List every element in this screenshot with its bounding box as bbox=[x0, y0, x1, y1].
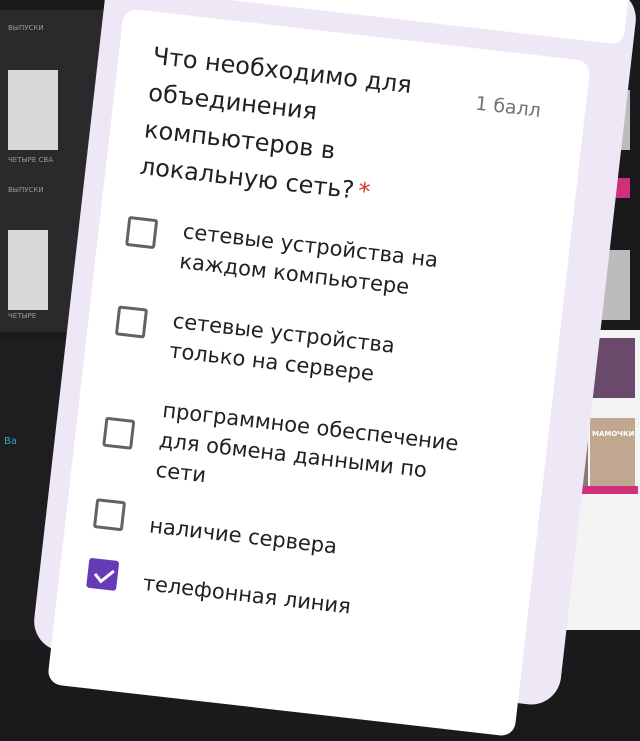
checkbox[interactable] bbox=[92, 498, 127, 532]
option-label: телефонная линия bbox=[141, 571, 353, 619]
question-text: Что необходимо для объединения компьютер… bbox=[138, 41, 414, 205]
checkbox[interactable] bbox=[102, 416, 136, 450]
option-label: программное обеспечение для обмена данны… bbox=[154, 398, 460, 488]
background-label: ВЫПУСКИ bbox=[8, 186, 44, 194]
background-label: ЧЕТЫРЕ bbox=[8, 312, 37, 320]
background-poster bbox=[590, 418, 635, 488]
required-asterisk: * bbox=[356, 176, 372, 207]
question-title: Что необходимо для объединения компьютер… bbox=[138, 38, 443, 218]
option-label: наличие сервера bbox=[148, 513, 339, 559]
option-label: сетевые устройства только на сервере bbox=[168, 308, 397, 386]
checkbox-checked[interactable] bbox=[86, 557, 120, 591]
option-item[interactable]: сетевые устройства на каждом компьютере bbox=[125, 210, 507, 299]
background-label: ЧЕТЫРЕ СВА bbox=[8, 156, 54, 164]
background-label: ВЫПУСКИ bbox=[8, 24, 44, 32]
option-label: сетевые устройства на каждом компьютере bbox=[178, 219, 440, 300]
checkbox[interactable] bbox=[125, 215, 159, 250]
checkbox[interactable] bbox=[114, 305, 149, 339]
background-thumbnail bbox=[8, 230, 48, 310]
background-thumbnail bbox=[8, 70, 58, 150]
question-card: Что необходимо для объединения компьютер… bbox=[46, 8, 591, 737]
google-form: Что необходимо для объединения компьютер… bbox=[30, 0, 640, 737]
background-label: Ва bbox=[4, 436, 17, 447]
background-label: МАМОЧКИ bbox=[592, 430, 635, 438]
question-points: 1 балл bbox=[474, 92, 543, 122]
